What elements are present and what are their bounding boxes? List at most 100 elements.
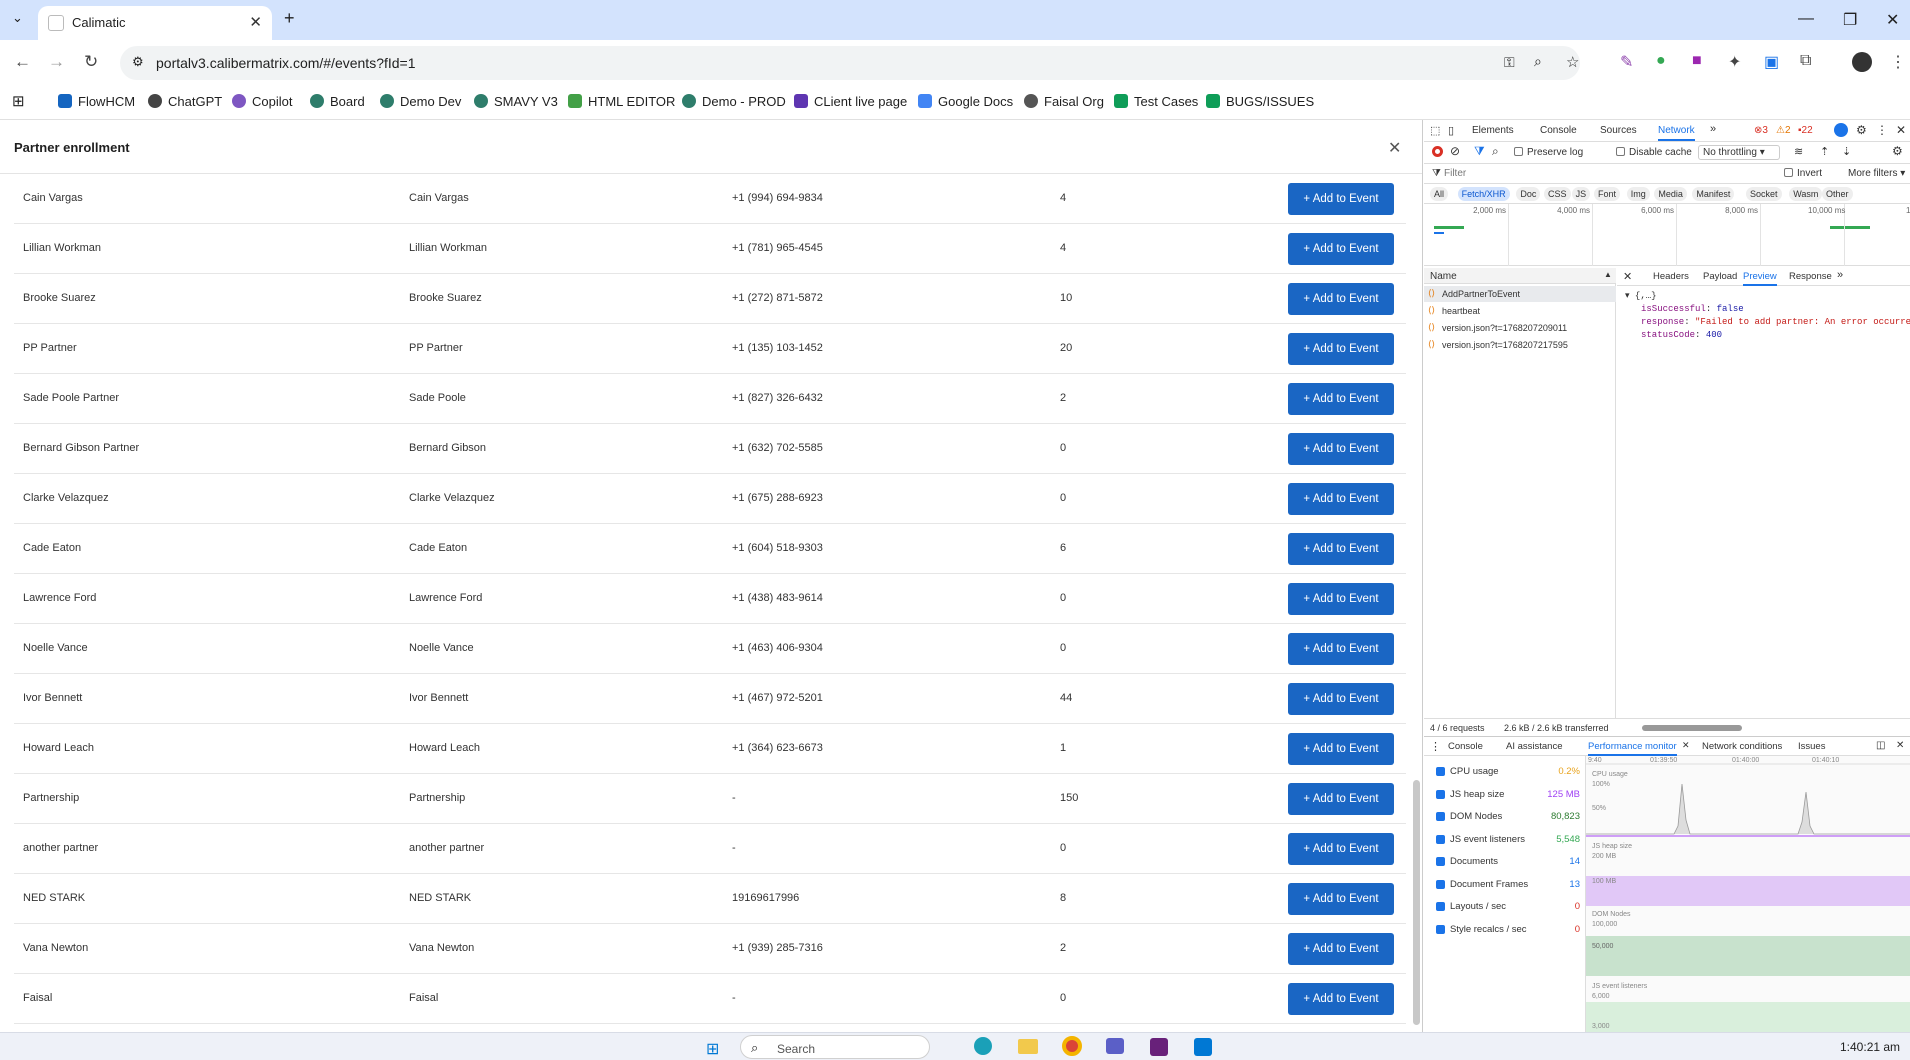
back-icon[interactable]: ← xyxy=(14,52,31,72)
request-item[interactable]: ⟨⟩ version.json?t=1768207209011 xyxy=(1424,320,1616,336)
add-to-event-button[interactable]: + Add to Event xyxy=(1288,283,1394,315)
site-info-icon[interactable]: ⚙ xyxy=(132,54,144,70)
drawer-tab-console[interactable]: Console xyxy=(1448,741,1483,752)
preview-root[interactable]: ▾ {,…} xyxy=(1625,290,1910,303)
type-filter-js[interactable]: JS xyxy=(1571,187,1591,201)
profile-avatar[interactable] xyxy=(1852,52,1872,72)
extension-pen-icon[interactable]: ✎ xyxy=(1620,52,1633,72)
inspect-element-icon[interactable]: ⬚ xyxy=(1430,124,1440,137)
taskbar-vs-icon[interactable] xyxy=(1150,1038,1168,1056)
detail-tab-preview[interactable]: Preview xyxy=(1743,271,1777,286)
disable-cache-checkbox[interactable]: Disable cache xyxy=(1616,147,1692,158)
taskbar-explorer-icon[interactable] xyxy=(1018,1039,1038,1054)
perf-metric-row[interactable]: Documents 14 xyxy=(1424,854,1586,872)
perf-metric-row[interactable]: Document Frames 13 xyxy=(1424,877,1586,895)
bookmark-chatgpt[interactable]: ChatGPT xyxy=(148,94,222,109)
drawer-tab-performance-monitor[interactable]: Performance monitor xyxy=(1588,741,1677,756)
search-icon[interactable]: ⌕ xyxy=(1492,144,1499,159)
drawer-tab-close-icon[interactable]: ✕ xyxy=(1682,740,1690,751)
perf-metric-row[interactable]: Layouts / sec 0 xyxy=(1424,899,1586,917)
bookmark-star-icon[interactable]: ☆ xyxy=(1566,53,1579,71)
more-tabs-icon[interactable]: » xyxy=(1710,123,1716,135)
add-to-event-button[interactable]: + Add to Event xyxy=(1288,583,1394,615)
type-filter-css[interactable]: CSS xyxy=(1544,187,1571,201)
drawer-close-icon[interactable]: ✕ xyxy=(1896,740,1904,751)
add-to-event-button[interactable]: + Add to Event xyxy=(1288,783,1394,815)
bookmark-faisal-org[interactable]: Faisal Org xyxy=(1024,94,1104,109)
extension-blue-icon[interactable]: ▣ xyxy=(1764,52,1779,72)
bookmark-flowhcm[interactable]: FlowHCM xyxy=(58,94,135,109)
tab-elements[interactable]: Elements xyxy=(1472,125,1514,136)
add-to-event-button[interactable]: + Add to Event xyxy=(1288,983,1394,1015)
detail-more-tabs-icon[interactable]: » xyxy=(1837,269,1843,281)
tab-network[interactable]: Network xyxy=(1658,125,1695,141)
import-har-icon[interactable]: ⇡ xyxy=(1820,145,1829,158)
extension-green-icon[interactable]: ● xyxy=(1656,52,1666,70)
type-filter-font[interactable]: Font xyxy=(1594,187,1621,201)
bookmark-google-docs[interactable]: Google Docs xyxy=(918,94,1013,109)
preserve-log-checkbox[interactable]: Preserve log xyxy=(1514,147,1583,158)
type-filter-manifest[interactable]: Manifest xyxy=(1692,187,1735,201)
metric-checkbox[interactable] xyxy=(1436,767,1445,776)
perf-metric-row[interactable]: JS event listeners 5,548 xyxy=(1424,832,1586,850)
type-filter-socket[interactable]: Socket xyxy=(1746,187,1782,201)
drawer-dock-icon[interactable]: ◫ xyxy=(1876,740,1885,751)
tab-close-icon[interactable]: ✕ xyxy=(249,13,262,31)
detail-tab-payload[interactable]: Payload xyxy=(1703,271,1737,282)
perf-metric-row[interactable]: JS heap size 125 MB xyxy=(1424,787,1586,805)
minimize-icon[interactable]: — xyxy=(1798,10,1814,28)
menu-kebab-icon[interactable]: ⋮ xyxy=(1890,52,1906,72)
taskbar-search[interactable]: ⌕ Search xyxy=(740,1035,930,1059)
add-to-event-button[interactable]: + Add to Event xyxy=(1288,383,1394,415)
new-tab-button[interactable]: + xyxy=(284,8,295,29)
add-to-event-button[interactable]: + Add to Event xyxy=(1288,933,1394,965)
extension-purple-icon[interactable]: ■ xyxy=(1692,52,1702,70)
bookmark-copilot[interactable]: Copilot xyxy=(232,94,292,109)
sort-asc-icon[interactable]: ▲ xyxy=(1604,270,1612,279)
zoom-icon[interactable]: ⌕ xyxy=(1534,53,1542,70)
type-filter-img[interactable]: Img xyxy=(1626,187,1650,201)
add-to-event-button[interactable]: + Add to Event xyxy=(1288,833,1394,865)
invert-checkbox[interactable]: Invert xyxy=(1784,168,1822,179)
filter-input[interactable]: Filter xyxy=(1444,168,1724,179)
bookmark-board[interactable]: Board xyxy=(310,94,365,109)
add-to-event-button[interactable]: + Add to Event xyxy=(1288,433,1394,465)
tab-list-dropdown-icon[interactable]: ⌄ xyxy=(12,10,23,26)
type-filter-doc[interactable]: Doc xyxy=(1516,187,1541,201)
request-item[interactable]: ⟨⟩ version.json?t=1768207217595 xyxy=(1424,337,1616,353)
add-to-event-button[interactable]: + Add to Event xyxy=(1288,233,1394,265)
horizontal-scrollbar[interactable] xyxy=(1642,725,1742,731)
type-filter-all[interactable]: All xyxy=(1430,187,1449,201)
taskbar-teams-icon[interactable] xyxy=(1106,1038,1124,1054)
perf-metric-row[interactable]: DOM Nodes 80,823 xyxy=(1424,809,1586,827)
network-settings-icon[interactable]: ⚙ xyxy=(1892,144,1903,158)
modal-scrollbar[interactable] xyxy=(1413,780,1420,1025)
metric-checkbox[interactable] xyxy=(1436,789,1445,799)
drawer-menu-icon[interactable]: ⋮ xyxy=(1430,740,1441,753)
detail-tab-response[interactable]: Response xyxy=(1789,271,1832,282)
clear-icon[interactable]: ⊘ xyxy=(1450,144,1460,158)
metric-checkbox[interactable] xyxy=(1436,879,1445,889)
request-item[interactable]: ⟨⟩ AddPartnerToEvent xyxy=(1424,286,1616,302)
metric-checkbox[interactable] xyxy=(1436,924,1445,934)
modal-close-icon[interactable]: ✕ xyxy=(1388,138,1401,158)
devtools-menu-icon[interactable]: ⋮ xyxy=(1876,123,1888,137)
apps-grid-icon[interactable]: ⊞ xyxy=(12,92,25,110)
metric-checkbox[interactable] xyxy=(1436,834,1445,844)
devtools-close-icon[interactable]: ✕ xyxy=(1896,123,1906,137)
filter-funnel-icon[interactable]: ⧩ xyxy=(1474,144,1485,159)
bookmark-test-cases[interactable]: Test Cases xyxy=(1114,94,1198,109)
throttling-select[interactable]: No throttling ▾ xyxy=(1698,145,1780,160)
taskbar-vscode-icon[interactable] xyxy=(1194,1038,1212,1056)
detail-close-icon[interactable]: ✕ xyxy=(1623,270,1632,283)
reload-icon[interactable]: ↻ xyxy=(84,52,98,72)
drawer-tab-ai-assistance[interactable]: AI assistance xyxy=(1506,741,1563,752)
extension-pin-icon[interactable]: ✦ xyxy=(1728,52,1741,72)
start-windows-icon[interactable]: ⊞ xyxy=(706,1039,719,1059)
type-filter-wasm[interactable]: Wasm xyxy=(1789,187,1823,201)
bookmark-demo-dev[interactable]: Demo Dev xyxy=(380,94,461,109)
bookmark-html-editor[interactable]: HTML EDITOR xyxy=(568,94,675,109)
restore-icon[interactable]: ❐ xyxy=(1843,10,1857,30)
type-filter-fetchxhr[interactable]: Fetch/XHR xyxy=(1457,187,1510,201)
add-to-event-button[interactable]: + Add to Event xyxy=(1288,483,1394,515)
